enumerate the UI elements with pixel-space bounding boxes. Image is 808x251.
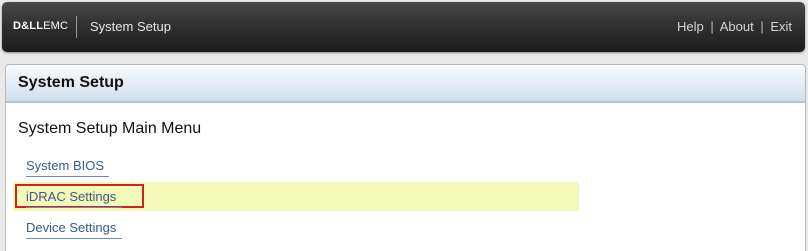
main-panel: System Setup System Setup Main Menu Syst…: [5, 64, 806, 251]
menu-item-idrac-settings[interactable]: iDRAC Settings: [26, 189, 122, 208]
panel-title: System Setup: [18, 74, 124, 91]
link-underline: [26, 207, 122, 208]
menu-item-label: Device Settings: [26, 220, 117, 235]
exit-link[interactable]: Exit: [770, 19, 792, 34]
menu-item-system-bios[interactable]: System BIOS: [26, 158, 109, 177]
menu-item-device-settings[interactable]: Device Settings: [26, 220, 122, 239]
link-underline: [26, 176, 109, 177]
panel-header: System Setup: [6, 65, 805, 103]
header-divider: [76, 16, 77, 38]
logo-dell-text: D&LL: [13, 20, 44, 32]
help-link[interactable]: Help: [677, 19, 704, 34]
menu-item-label: System BIOS: [26, 158, 105, 173]
main-menu-title: System Setup Main Menu: [18, 120, 202, 137]
system-setup-page: D&LLEMC System Setup Help | About | Exit…: [0, 0, 808, 251]
header-links: Help | About | Exit: [677, 19, 792, 34]
logo-emc-text: EMC: [43, 20, 69, 32]
link-separator: |: [760, 19, 764, 34]
app-title: System Setup: [90, 19, 171, 34]
top-header-bar: D&LLEMC System Setup Help | About | Exit: [2, 2, 805, 52]
link-underline: [26, 238, 122, 239]
about-link[interactable]: About: [720, 19, 754, 34]
dell-emc-logo: D&LLEMC: [13, 20, 68, 32]
menu-item-label: iDRAC Settings: [26, 189, 117, 204]
link-separator: |: [710, 19, 714, 34]
